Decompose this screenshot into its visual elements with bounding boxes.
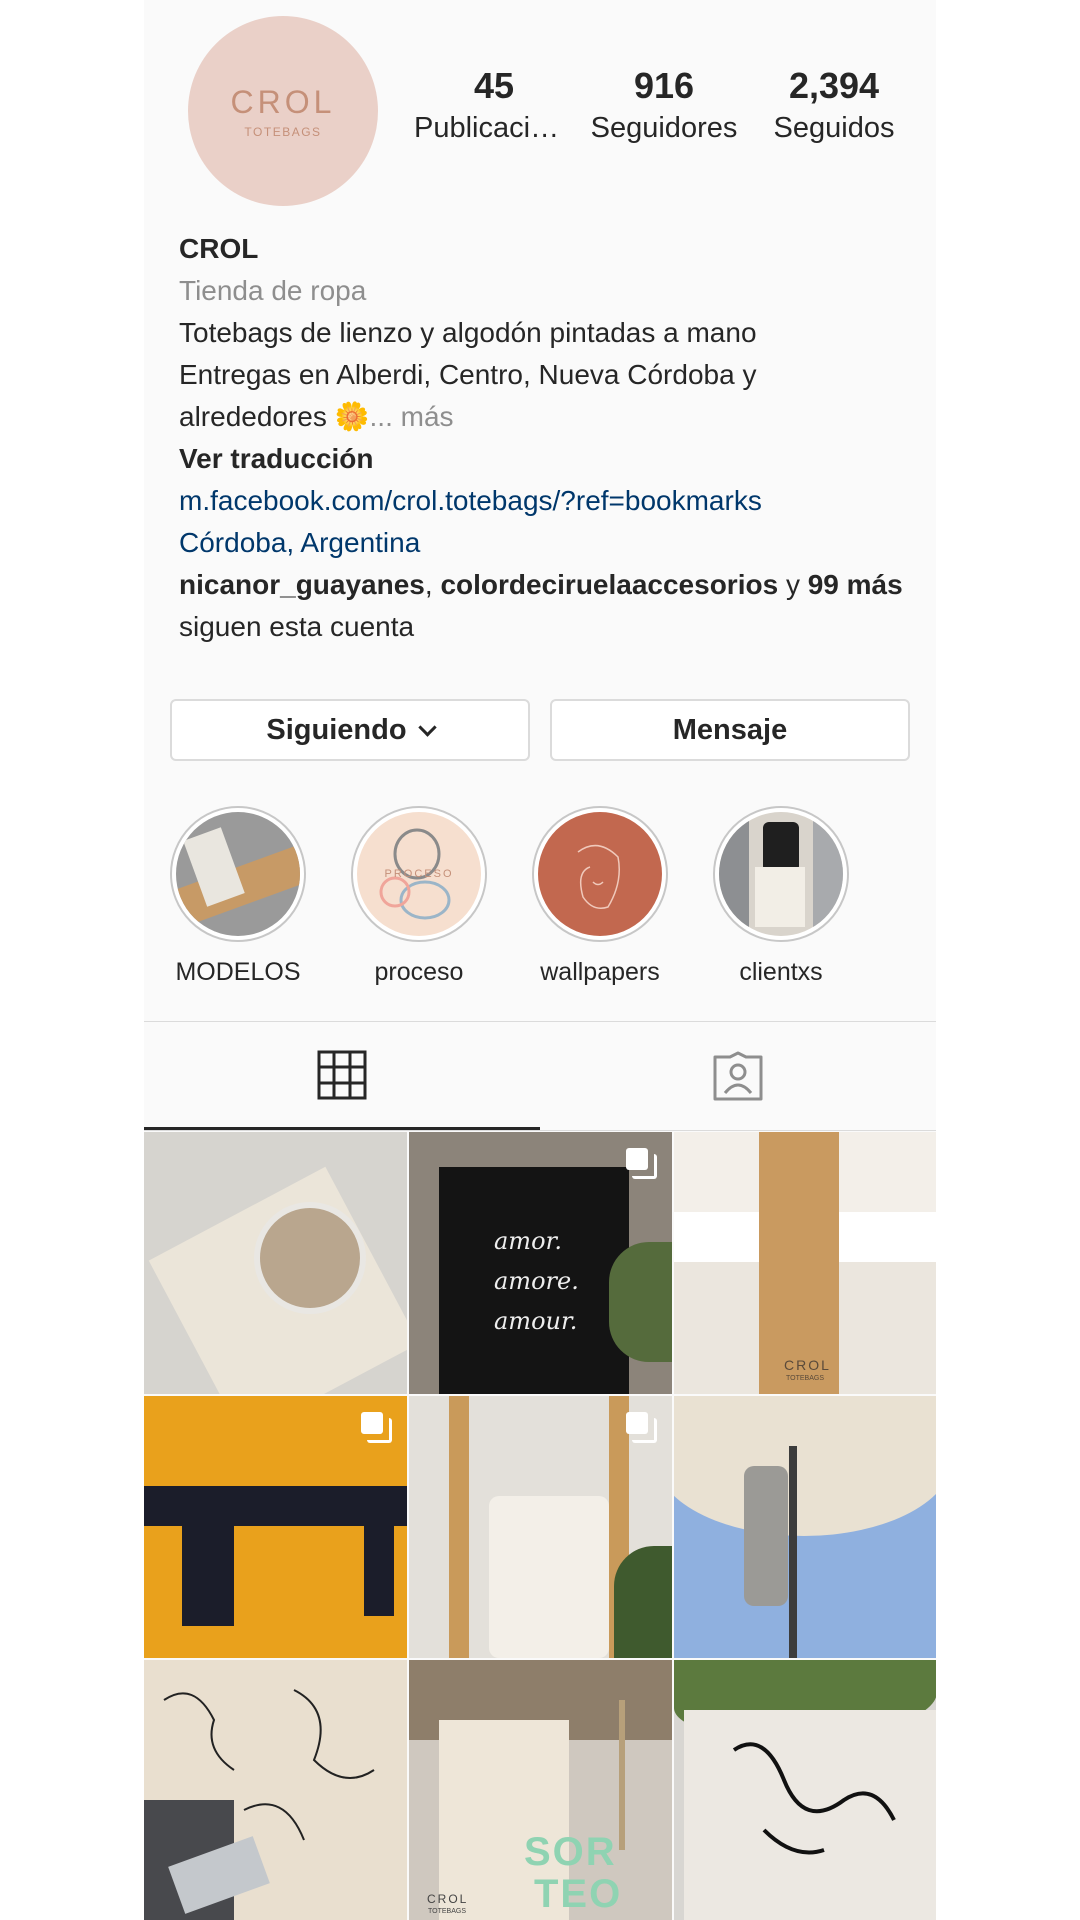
label-brand-sub: TOTEBAGS	[786, 1375, 824, 1382]
profile-stats: 45 Publicaciones 916 Seguidores 2,394 Se…	[414, 64, 914, 148]
bio-line-1: Totebags de lienzo y algodón pintadas a …	[179, 317, 757, 348]
avatar-brand-text: CROL	[230, 83, 336, 120]
followers-label: Seguidores	[590, 112, 738, 144]
posts-grid: amor. amore. amour. CROL TOTEBAGS SOR TE…	[144, 1132, 936, 1920]
post-thumbnail[interactable]	[674, 1660, 936, 1920]
stat-following[interactable]: 2,394 Seguidos	[754, 64, 914, 148]
profile-avatar[interactable]: CROL TOTEBAGS	[188, 16, 378, 206]
post-thumbnail[interactable]	[144, 1396, 407, 1658]
highlight-label: MODELOS	[175, 958, 301, 986]
followers-more: 99 más	[807, 569, 903, 600]
highlight-ring	[532, 806, 668, 942]
see-translation-link[interactable]: Ver traducción	[179, 438, 909, 480]
follower-2: colordeciruelaaccesorios	[440, 569, 779, 600]
story-highlights: MODELOS PROCESO proceso wallpapers clien…	[170, 806, 894, 987]
stat-posts[interactable]: 45 Publicaciones	[414, 64, 574, 148]
flower-emoji: 🌼	[334, 401, 370, 432]
label-brand: CROL	[784, 1357, 831, 1373]
highlight-cover-wallpapers	[538, 812, 662, 936]
bio-line-3-text: alrededores	[179, 401, 327, 432]
grid-icon	[317, 1050, 367, 1099]
posts-count: 45	[473, 65, 515, 106]
following-button[interactable]: Siguiendo	[170, 699, 530, 761]
chevron-down-icon	[417, 717, 437, 737]
highlight-cover-proceso: PROCESO	[357, 812, 481, 936]
following-count: 2,394	[788, 65, 880, 106]
highlight-ring	[713, 806, 849, 942]
sorteo-text-1: SOR	[524, 1830, 617, 1874]
profile-name: CROL	[179, 233, 259, 264]
post-text-line: amor.	[494, 1227, 562, 1255]
posts-label: Publicaciones	[414, 112, 574, 144]
profile-actions: Siguiendo Mensaje	[170, 699, 910, 761]
highlight-modelos[interactable]: MODELOS	[170, 806, 306, 987]
followed-by-and: y	[778, 569, 808, 600]
label-brand: CROL	[427, 1892, 469, 1906]
highlight-cover-clientxs	[719, 812, 843, 936]
bio-line-2: Entregas en Alberdi, Centro, Nueva Córdo…	[179, 359, 757, 390]
followed-by-suffix: siguen esta cuenta	[179, 611, 415, 642]
multiple-photos-icon	[626, 1412, 657, 1443]
profile-bio: CROL Tienda de ropa Totebags de lienzo y…	[179, 228, 909, 648]
highlight-proceso[interactable]: PROCESO proceso	[351, 806, 487, 987]
more-link[interactable]: ... más	[370, 401, 454, 432]
multiple-photos-icon	[626, 1148, 657, 1179]
post-thumbnail[interactable]: amor. amore. amour.	[409, 1132, 672, 1394]
label-brand-sub: TOTEBAGS	[428, 1908, 466, 1915]
instagram-profile-screen: CROL TOTEBAGS 45 Publicaciones 916 Segui…	[144, 0, 936, 1920]
stat-followers[interactable]: 916 Seguidores	[584, 64, 744, 148]
profile-tabs	[144, 1021, 936, 1131]
post-thumbnail[interactable]	[144, 1132, 407, 1394]
tab-grid[interactable]	[144, 1022, 540, 1130]
followers-count: 916	[633, 65, 695, 106]
bio-line-3: alrededores 🌼... más	[179, 396, 909, 438]
location-link[interactable]: Córdoba, Argentina	[179, 522, 909, 564]
highlight-ring	[170, 806, 306, 942]
followed-by[interactable]: nicanor_guayanes, colordeciruelaaccesori…	[179, 564, 909, 648]
message-label: Mensaje	[672, 713, 788, 746]
post-thumbnail[interactable]: SOR TEO CROL TOTEBAGS	[409, 1660, 672, 1920]
highlight-clientxs[interactable]: clientxs	[713, 806, 849, 987]
post-thumbnail[interactable]	[409, 1396, 672, 1658]
follower-1: nicanor_guayanes	[179, 569, 425, 600]
followed-by-sep: ,	[424, 569, 441, 600]
multiple-photos-icon	[361, 1412, 392, 1443]
highlight-label: wallpapers	[540, 958, 660, 986]
post-thumbnail[interactable]	[674, 1396, 936, 1658]
sorteo-text-2: TEO	[534, 1872, 623, 1916]
highlight-label: clientxs	[739, 958, 823, 986]
highlight-cover-modelos	[176, 812, 300, 936]
following-label: Seguidos	[773, 112, 895, 144]
message-button[interactable]: Mensaje	[550, 699, 910, 761]
post-text-line: amore.	[494, 1267, 579, 1295]
highlight-label: proceso	[374, 958, 464, 986]
profile-category: Tienda de ropa	[179, 275, 367, 306]
website-link[interactable]: m.facebook.com/crol.totebags/?ref=bookma…	[179, 480, 909, 522]
highlight-wallpapers[interactable]: wallpapers	[532, 806, 668, 987]
post-thumbnail[interactable]	[144, 1660, 407, 1920]
post-text-line: amour.	[494, 1307, 578, 1335]
avatar-sub-text: TOTEBAGS	[244, 124, 322, 139]
tab-tagged[interactable]	[540, 1022, 936, 1130]
post-thumbnail[interactable]: CROL TOTEBAGS	[674, 1132, 936, 1394]
highlight-cover-text: PROCESO	[384, 868, 454, 880]
highlight-ring: PROCESO	[351, 806, 487, 942]
following-label: Siguiendo	[266, 713, 407, 746]
tagged-person-icon	[713, 1051, 763, 1101]
